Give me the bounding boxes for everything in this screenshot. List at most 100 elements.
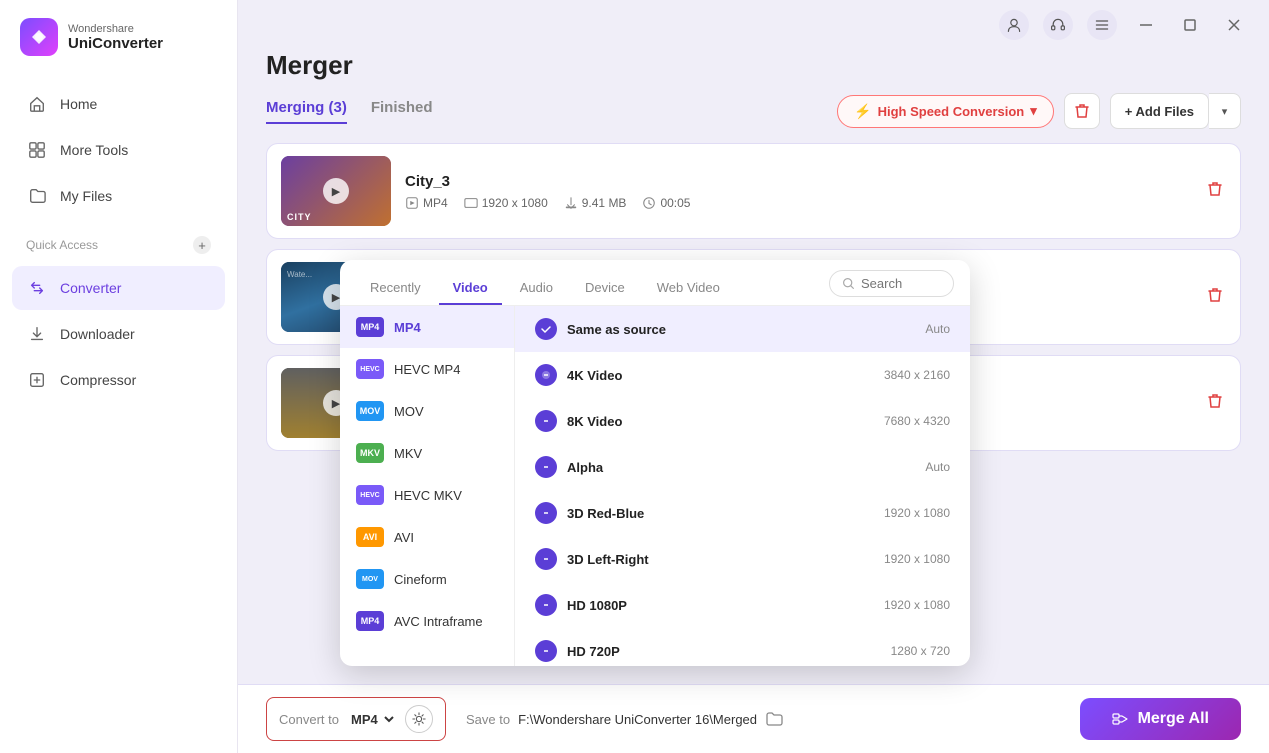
logo-brand: Wondershare [68, 23, 163, 35]
quality-name-4k: 4K Video [567, 368, 874, 383]
delete-file-1[interactable] [1204, 283, 1226, 312]
3d-red-icon [535, 502, 557, 524]
add-files-group: + Add Files ▾ [1110, 93, 1241, 129]
tab-actions: ⚡ High Speed Conversion ▾ + Add Files ▾ [837, 93, 1241, 129]
format-item-avi[interactable]: AVI AVI [340, 516, 514, 558]
format-label-hevc-mkv: HEVC MKV [394, 488, 462, 503]
quality-item-same-as-source[interactable]: Same as source Auto [515, 306, 970, 352]
delete-btn[interactable] [1064, 93, 1100, 129]
search-input[interactable] [861, 276, 941, 291]
alpha-icon [535, 456, 557, 478]
mov-icon: MOV [356, 401, 384, 421]
quality-item-3d-left[interactable]: 3D Left-Right 1920 x 1080 [515, 536, 970, 582]
sidebar-item-converter[interactable]: Converter [12, 266, 225, 310]
dd-tab-device[interactable]: Device [571, 272, 639, 305]
format-item-avc[interactable]: MP4 AVC Intraframe [340, 600, 514, 642]
logo-area: Wondershare UniConverter [0, 0, 237, 74]
bottom-bar: Convert to MP4 MOV MKV AVI Save to F:\Wo… [238, 684, 1269, 753]
format-item-hevc-mp4[interactable]: HEVC HEVC MP4 [340, 348, 514, 390]
dd-tab-video[interactable]: Video [439, 272, 502, 305]
file-card-0: CITY ▶ City_3 MP4 1920 x 1080 [266, 143, 1241, 239]
dropdown-tab-group: Recently Video Audio Device Web Video [356, 272, 734, 304]
dd-tab-web-video[interactable]: Web Video [643, 272, 734, 305]
quality-item-alpha[interactable]: Alpha Auto [515, 444, 970, 490]
3d-left-icon [535, 548, 557, 570]
high-speed-btn[interactable]: ⚡ High Speed Conversion ▾ [837, 95, 1054, 128]
quality-item-8k[interactable]: 8K Video 7680 x 4320 [515, 398, 970, 444]
format-select[interactable]: MP4 MOV MKV AVI [347, 711, 397, 728]
same-source-icon [535, 318, 557, 340]
format-item-hevc-mkv[interactable]: HEVC HEVC MKV [340, 474, 514, 516]
menu-icon[interactable] [1087, 10, 1117, 40]
mkv-icon: MKV [356, 443, 384, 463]
dd-tab-audio[interactable]: Audio [506, 272, 567, 305]
quality-res-same: Auto [925, 322, 950, 336]
minimize-icon[interactable] [1131, 10, 1161, 40]
quality-res-hd1080: 1920 x 1080 [884, 598, 950, 612]
headset-icon[interactable] [1043, 10, 1073, 40]
sidebar-item-label-more-tools: More Tools [60, 142, 128, 158]
quality-list: Same as source Auto 4K Video 3840 x 2160… [515, 306, 970, 666]
delete-file-2[interactable] [1204, 389, 1226, 418]
file-thumb-0: CITY ▶ [281, 156, 391, 226]
folder-icon[interactable] [765, 710, 783, 728]
mp4-icon: MP4 [356, 317, 384, 337]
add-files-label: + Add Files [1125, 104, 1194, 119]
merge-all-btn[interactable]: Merge All [1080, 698, 1241, 740]
format-label-hevc-mp4: HEVC MP4 [394, 362, 460, 377]
format-item-mp4[interactable]: MP4 MP4 [340, 306, 514, 348]
sidebar-item-compressor[interactable]: Compressor [12, 358, 225, 402]
format-settings-btn[interactable] [405, 705, 433, 733]
sidebar-item-label-home: Home [60, 96, 97, 112]
logo-text: Wondershare UniConverter [68, 23, 163, 52]
sidebar-item-home[interactable]: Home [12, 82, 225, 126]
file-meta-0: MP4 1920 x 1080 9.41 MB 00:05 [405, 196, 1190, 210]
tab-finished[interactable]: Finished [371, 99, 433, 124]
delete-file-0[interactable] [1204, 177, 1226, 206]
play-button-0[interactable]: ▶ [323, 178, 349, 204]
cineform-icon: MOV [356, 569, 384, 589]
convert-to-label: Convert to [279, 712, 339, 727]
quality-item-hd720[interactable]: HD 720P 1280 x 720 [515, 628, 970, 666]
high-speed-label: High Speed Conversion [878, 104, 1025, 119]
sidebar-item-more-tools[interactable]: More Tools [12, 128, 225, 172]
quality-res-4k: 3840 x 2160 [884, 368, 950, 382]
save-to-label: Save to [466, 712, 510, 727]
file-name-0: City_3 [405, 173, 1190, 190]
add-files-btn[interactable]: + Add Files [1110, 93, 1209, 129]
format-item-mov[interactable]: MOV MOV [340, 390, 514, 432]
tabs-group: Merging (3) Finished [266, 99, 433, 124]
add-files-dropdown-btn[interactable]: ▾ [1209, 93, 1241, 129]
quick-access-add-btn[interactable]: + [193, 236, 211, 254]
close-icon[interactable] [1219, 10, 1249, 40]
quality-name-3d-left: 3D Left-Right [567, 552, 874, 567]
quality-item-4k[interactable]: 4K Video 3840 x 2160 [515, 352, 970, 398]
hevc-mkv-icon: HEVC [356, 485, 384, 505]
duration-meta-0: 00:05 [642, 196, 690, 210]
avatar-icon[interactable] [999, 10, 1029, 40]
logo-name: UniConverter [68, 35, 163, 52]
format-item-cineform[interactable]: MOV Cineform [340, 558, 514, 600]
hd720-icon [535, 640, 557, 662]
avi-icon: AVI [356, 527, 384, 547]
topbar [238, 0, 1269, 50]
sidebar: Wondershare UniConverter Home More Tools… [0, 0, 238, 753]
quality-item-3d-red[interactable]: 3D Red-Blue 1920 x 1080 [515, 490, 970, 536]
maximize-icon[interactable] [1175, 10, 1205, 40]
format-label-mkv: MKV [394, 446, 422, 461]
avc-icon: MP4 [356, 611, 384, 631]
format-item-mkv[interactable]: MKV MKV [340, 432, 514, 474]
quality-item-hd1080[interactable]: HD 1080P 1920 x 1080 [515, 582, 970, 628]
hevc-mp4-icon: HEVC [356, 359, 384, 379]
hd1080-icon [535, 594, 557, 616]
sidebar-item-downloader[interactable]: Downloader [12, 312, 225, 356]
quality-res-hd720: 1280 x 720 [891, 644, 950, 658]
logo-icon [20, 18, 58, 56]
dd-tab-recently[interactable]: Recently [356, 272, 435, 305]
tab-merging[interactable]: Merging (3) [266, 99, 347, 124]
format-label-mp4: MP4 [394, 320, 421, 335]
sidebar-item-my-files[interactable]: My Files [12, 174, 225, 218]
format-label-cineform: Cineform [394, 572, 447, 587]
dropdown-arrow-icon: ▾ [1030, 103, 1037, 119]
sidebar-item-label-compressor: Compressor [60, 372, 136, 388]
